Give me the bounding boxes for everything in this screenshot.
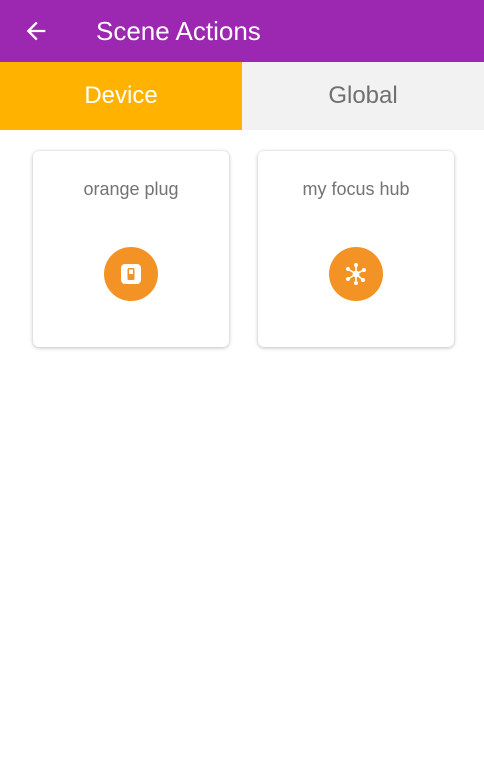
hub-icon <box>346 263 366 285</box>
tab-device[interactable]: Device <box>0 62 242 130</box>
app-bar: Scene Actions <box>0 0 484 62</box>
device-icon-badge <box>104 247 158 301</box>
device-name: orange plug <box>83 179 179 199</box>
device-name: my focus hub <box>302 179 410 199</box>
device-card-orange-plug[interactable]: orange plug <box>33 151 229 347</box>
back-button[interactable] <box>18 13 54 49</box>
scene-actions-screen: Scene Actions Device Global orange plug … <box>0 0 484 759</box>
tab-global[interactable]: Global <box>242 62 484 130</box>
device-card-my-focus-hub[interactable]: my focus hub <box>258 151 454 347</box>
tab-bar: Device Global <box>0 62 484 130</box>
page-title: Scene Actions <box>96 16 261 46</box>
plug-icon <box>121 264 141 284</box>
arrow-left-icon <box>26 21 46 41</box>
device-icon-badge <box>329 247 383 301</box>
